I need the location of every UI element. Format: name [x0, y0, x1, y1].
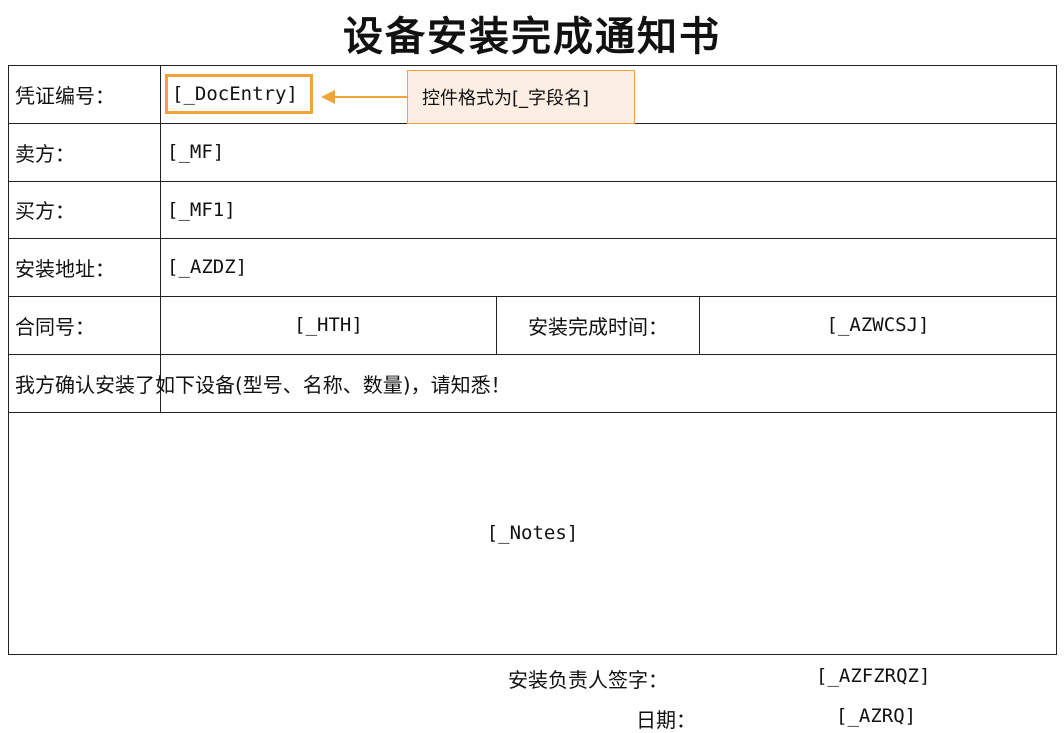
address-label: 安装地址：	[15, 256, 115, 281]
voucher-value: [_DocEntry]	[172, 83, 298, 105]
buyer-label: 买方：	[15, 199, 75, 223]
address-value[interactable]: [_AZDZ]	[167, 238, 667, 296]
signer-value[interactable]: [_AZFZRQZ]	[816, 665, 930, 687]
voucher-field-highlight[interactable]: [_DocEntry]	[165, 74, 313, 114]
date-value[interactable]: [_AZRQ]	[836, 705, 916, 727]
voucher-label: 凭证编号：	[15, 84, 115, 108]
seller-label: 卖方：	[15, 141, 75, 166]
complete-time-label: 安装完成时间：	[528, 314, 668, 339]
signer-label: 安装负责人签字：	[508, 668, 668, 692]
contract-value[interactable]: [_HTH]	[161, 296, 496, 354]
buyer-value[interactable]: [_MF1]	[167, 181, 667, 238]
confirmation-text: 我方确认安装了如下设备(型号、名称、数量)，请知悉！	[15, 372, 511, 397]
date-label: 日期：	[636, 708, 696, 732]
callout-text: 控件格式为[_字段名]	[422, 88, 590, 109]
callout-connector	[333, 96, 409, 98]
callout-note: 控件格式为[_字段名]	[407, 70, 635, 124]
complete-time-value[interactable]: [_AZWCSJ]	[700, 296, 1056, 354]
document-title: 设备安装完成通知书	[343, 13, 721, 60]
seller-value[interactable]: [_MF]	[167, 123, 667, 181]
notes-value[interactable]: [_Notes]	[9, 412, 1056, 654]
form-table: 凭证编号： [_DocEntry] 控件格式为[_字段名] 卖方： [_MF] …	[8, 65, 1057, 655]
contract-label: 合同号：	[15, 314, 95, 339]
